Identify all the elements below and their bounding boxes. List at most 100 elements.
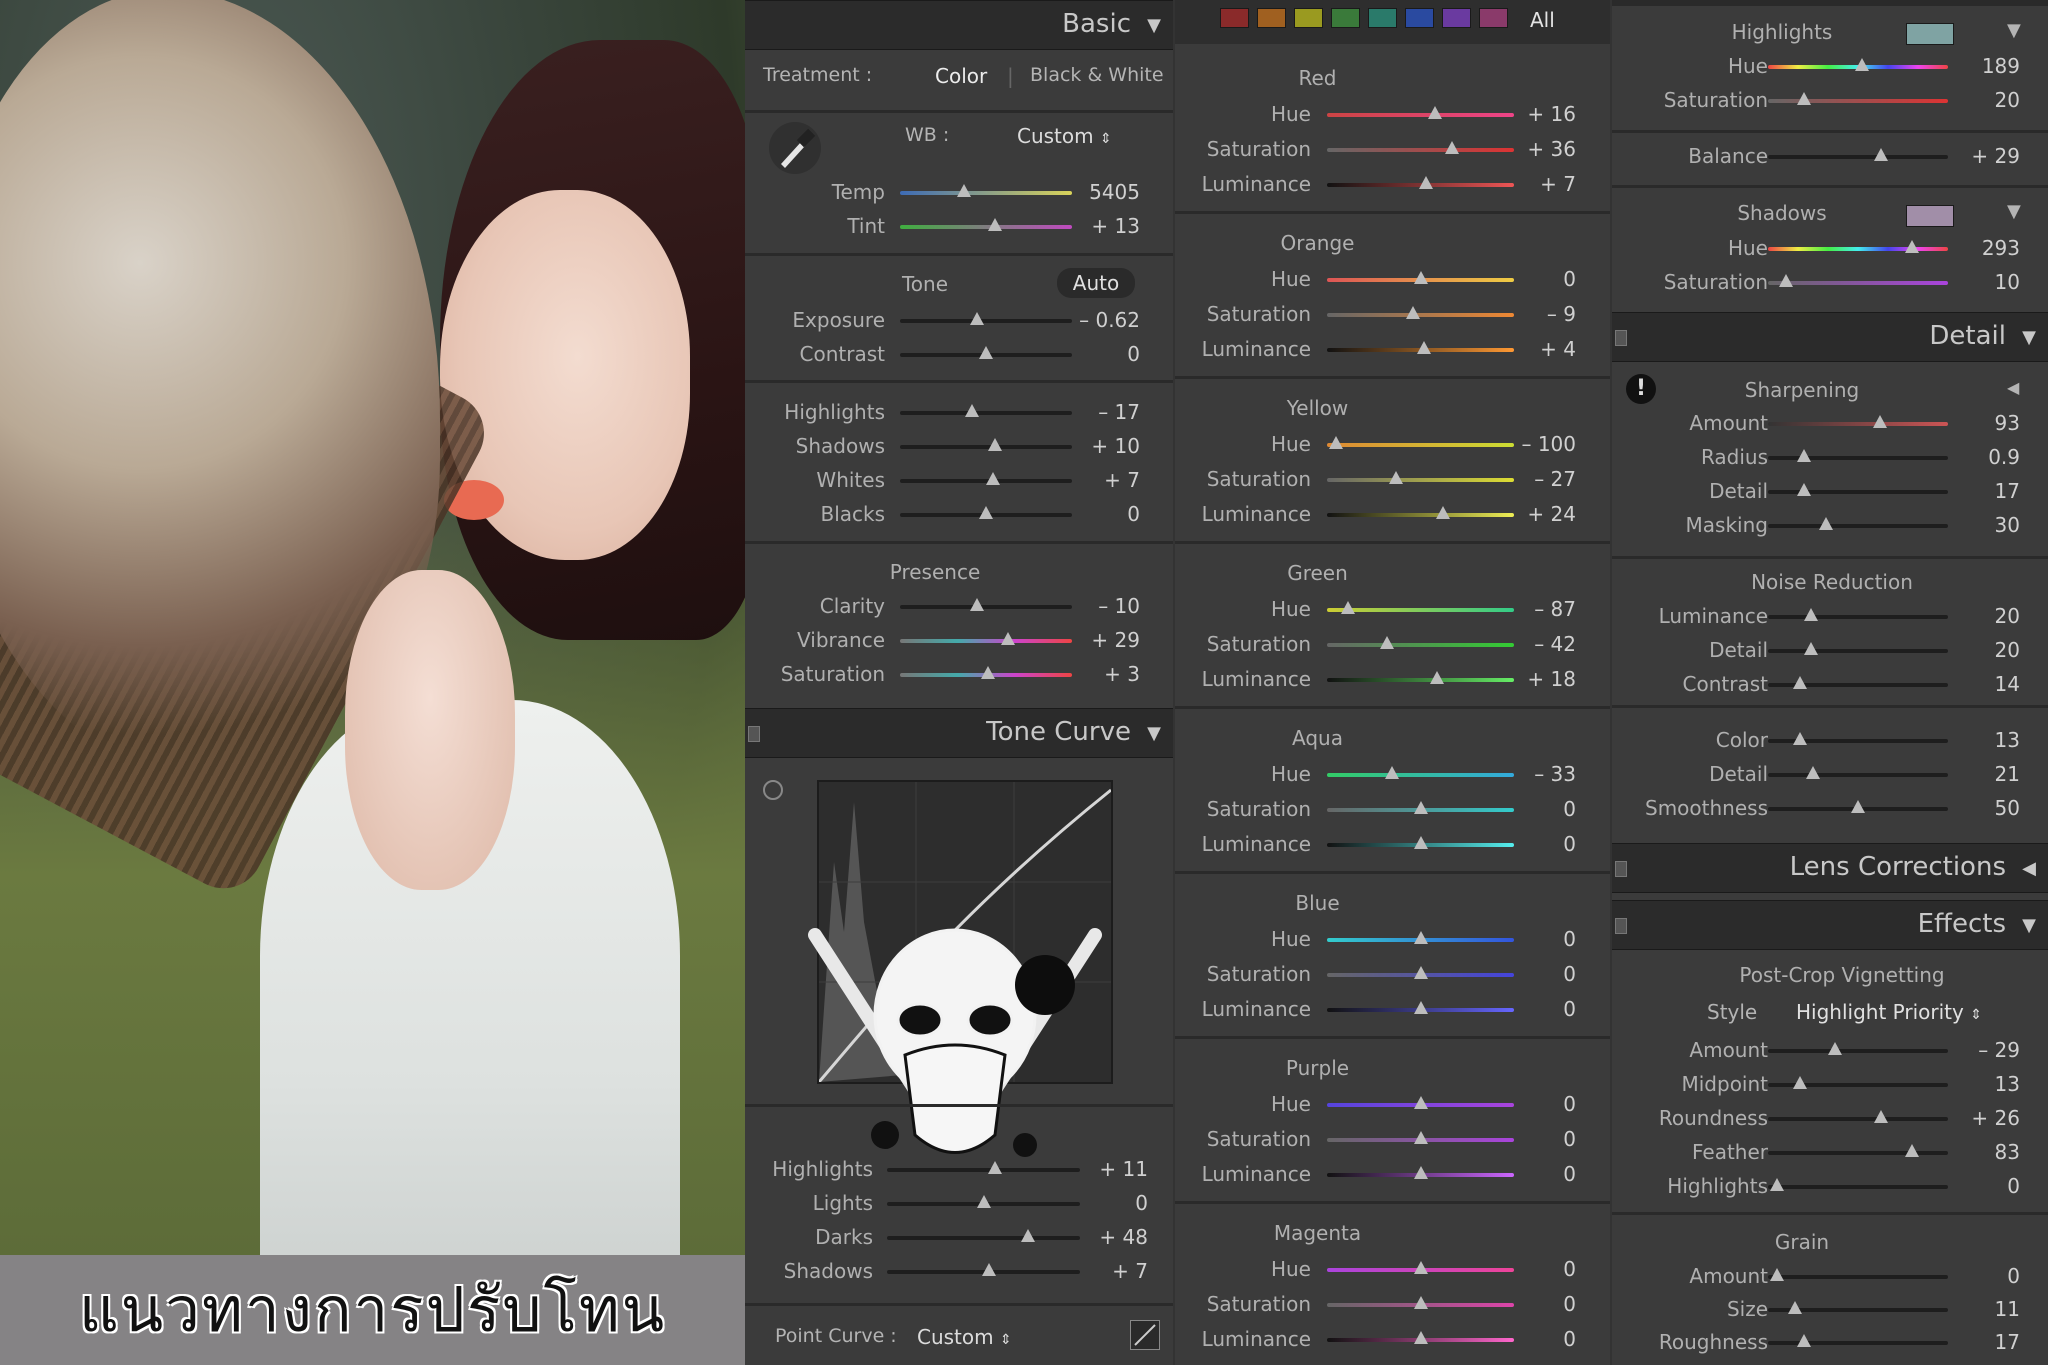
- hsl-color-chip[interactable]: [1220, 8, 1249, 28]
- slider-value[interactable]: – 9: [1514, 302, 1576, 326]
- slider-track[interactable]: [1327, 148, 1514, 152]
- slider-value[interactable]: 0: [1080, 1191, 1148, 1215]
- slider-value[interactable]: + 13: [1072, 214, 1140, 238]
- slider-value[interactable]: 189: [1948, 54, 2020, 78]
- panel-toggle-icon[interactable]: [1615, 861, 1627, 877]
- slider-track[interactable]: [1768, 524, 1948, 528]
- slider-value[interactable]: 0: [1072, 342, 1140, 366]
- slider-track[interactable]: [900, 639, 1072, 643]
- slider-value[interactable]: 0: [1514, 927, 1576, 951]
- targeted-adjustment-icon[interactable]: [763, 780, 783, 800]
- slider-value[interactable]: 20: [1948, 638, 2020, 662]
- slider-thumb[interactable]: [1413, 931, 1428, 944]
- slider-thumb[interactable]: [1806, 766, 1820, 779]
- slider-value[interactable]: + 26: [1948, 1106, 2020, 1130]
- slider-value[interactable]: 83: [1948, 1140, 2020, 1164]
- slider-value[interactable]: + 7: [1080, 1259, 1148, 1283]
- treatment-color-option[interactable]: Color: [935, 64, 987, 88]
- collapse-triangle-left-icon[interactable]: ◀: [2022, 858, 2036, 879]
- slider-value[interactable]: – 42: [1514, 632, 1576, 656]
- slider-track[interactable]: [1768, 1049, 1948, 1053]
- split-shadows-swatch[interactable]: [1906, 205, 1954, 227]
- slider-thumb[interactable]: [1851, 800, 1865, 813]
- slider-value[interactable]: + 36: [1514, 137, 1576, 161]
- slider-value[interactable]: + 48: [1080, 1225, 1148, 1249]
- effects-panel-header[interactable]: Effects ▼: [1612, 900, 2048, 950]
- slider-thumb[interactable]: [976, 1195, 991, 1208]
- slider-thumb[interactable]: [1804, 608, 1819, 621]
- slider-track[interactable]: [1768, 490, 1948, 494]
- slider-thumb[interactable]: [987, 438, 1002, 451]
- slider-thumb[interactable]: [1389, 471, 1404, 484]
- collapse-triangle-icon[interactable]: ▼: [1147, 15, 1161, 36]
- slider-track[interactable]: [1768, 1151, 1948, 1155]
- panel-toggle-icon[interactable]: [1615, 330, 1627, 346]
- slider-thumb[interactable]: [1797, 449, 1811, 462]
- slider-value[interactable]: 0: [1514, 997, 1576, 1021]
- slider-value[interactable]: + 18: [1514, 667, 1576, 691]
- slider-value[interactable]: – 27: [1514, 467, 1576, 491]
- slider-thumb[interactable]: [1793, 676, 1808, 689]
- slider-thumb[interactable]: [1413, 966, 1428, 979]
- slider-thumb[interactable]: [1797, 1334, 1811, 1347]
- slider-track[interactable]: [900, 411, 1072, 415]
- slider-thumb[interactable]: [970, 598, 985, 611]
- slider-value[interactable]: 50: [1948, 796, 2020, 820]
- eyedropper-icon[interactable]: [767, 120, 823, 176]
- slider-value[interactable]: 13: [1948, 1072, 2020, 1096]
- slider-thumb[interactable]: [1770, 1178, 1784, 1191]
- slider-thumb[interactable]: [982, 1263, 997, 1276]
- slider-thumb[interactable]: [1413, 1261, 1428, 1274]
- slider-track[interactable]: [1768, 456, 1948, 460]
- slider-track[interactable]: [1327, 773, 1514, 777]
- slider-track[interactable]: [900, 605, 1072, 609]
- slider-thumb[interactable]: [1445, 141, 1460, 154]
- slider-thumb[interactable]: [1770, 1268, 1784, 1281]
- hsl-color-chip[interactable]: [1294, 8, 1323, 28]
- slider-track[interactable]: [1768, 1185, 1948, 1189]
- slider-thumb[interactable]: [1854, 58, 1869, 71]
- slider-track[interactable]: [1327, 678, 1514, 682]
- slider-thumb[interactable]: [1413, 1001, 1428, 1014]
- slider-value[interactable]: 0: [1514, 1292, 1576, 1316]
- auto-tone-button[interactable]: Auto: [1057, 268, 1135, 298]
- slider-thumb[interactable]: [1340, 601, 1355, 614]
- slider-value[interactable]: 17: [1948, 1330, 2020, 1354]
- slider-value[interactable]: 0: [1514, 832, 1576, 856]
- slider-value[interactable]: 93: [1948, 411, 2020, 435]
- panel-toggle-icon[interactable]: [1615, 918, 1627, 934]
- slider-value[interactable]: 20: [1948, 88, 2020, 112]
- hsl-color-chip[interactable]: [1368, 8, 1397, 28]
- slider-track[interactable]: [900, 445, 1072, 449]
- hsl-color-chip[interactable]: [1479, 8, 1508, 28]
- treatment-bw-option[interactable]: Black & White: [1030, 64, 1164, 86]
- slider-value[interactable]: 0: [1514, 797, 1576, 821]
- slider-thumb[interactable]: [1379, 636, 1394, 649]
- slider-track[interactable]: [1768, 422, 1948, 426]
- slider-value[interactable]: 11: [1948, 1297, 2020, 1321]
- slider-thumb[interactable]: [987, 218, 1002, 231]
- wb-select[interactable]: Custom ⇕: [1017, 124, 1112, 148]
- slider-track[interactable]: [1327, 313, 1514, 317]
- slider-value[interactable]: 293: [1948, 236, 2020, 260]
- slider-track[interactable]: [1327, 443, 1514, 447]
- slider-track[interactable]: [1768, 99, 1948, 103]
- slider-track[interactable]: [1768, 155, 1948, 159]
- warning-icon[interactable]: !: [1626, 374, 1656, 404]
- basic-panel-header[interactable]: Basic ▼: [745, 0, 1173, 50]
- slider-thumb[interactable]: [1874, 148, 1889, 161]
- slider-track[interactable]: [1768, 773, 1948, 777]
- slider-value[interactable]: + 4: [1514, 337, 1576, 361]
- slider-value[interactable]: + 24: [1514, 502, 1576, 526]
- slider-thumb[interactable]: [1413, 1096, 1428, 1109]
- slider-value[interactable]: 20: [1948, 604, 2020, 628]
- hsl-color-chip[interactable]: [1331, 8, 1360, 28]
- slider-value[interactable]: 0: [1514, 1162, 1576, 1186]
- slider-track[interactable]: [1768, 1341, 1948, 1345]
- slider-thumb[interactable]: [1020, 1229, 1035, 1242]
- slider-thumb[interactable]: [979, 346, 993, 359]
- slider-value[interactable]: 0: [1948, 1264, 2020, 1288]
- slider-thumb[interactable]: [1413, 836, 1428, 849]
- slider-thumb[interactable]: [1413, 271, 1428, 284]
- slider-value[interactable]: 0: [1514, 962, 1576, 986]
